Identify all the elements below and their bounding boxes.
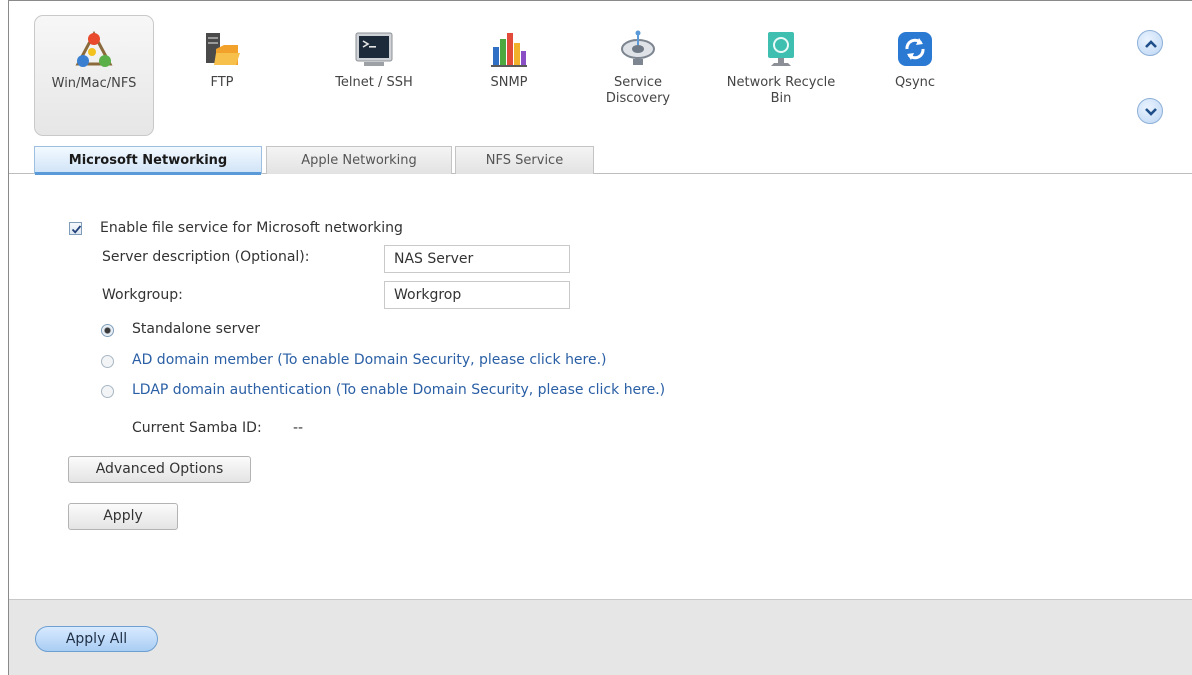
tab-microsoft-networking[interactable]: Microsoft Networking	[34, 146, 262, 175]
terminal-icon	[354, 29, 394, 69]
enable-service-checkbox[interactable]	[69, 222, 82, 235]
service-win-mac-nfs[interactable]: Win/Mac/NFS	[34, 15, 154, 136]
recycle-bin-icon	[761, 29, 801, 69]
service-label: Win/Mac/NFS	[51, 76, 137, 91]
service-label: Service Discovery	[605, 75, 671, 106]
ftp-folder-icon	[202, 29, 242, 69]
service-service-discovery[interactable]: Service Discovery	[578, 15, 698, 136]
apply-button[interactable]: Apply	[68, 503, 178, 530]
advanced-options-button[interactable]: Advanced Options	[68, 456, 251, 483]
service-label: Network Recycle Bin	[726, 75, 836, 106]
content-panel: Enable file service for Microsoft networ…	[9, 175, 1192, 599]
footer-bar: Apply All	[9, 599, 1192, 675]
radio-standalone-server[interactable]	[101, 324, 114, 337]
service-telnet-ssh[interactable]: Telnet / SSH	[314, 15, 434, 136]
bar-chart-icon	[489, 29, 529, 69]
workgroup-label: Workgroup:	[102, 287, 183, 303]
service-toolbar: Win/Mac/NFS FTP Telnet / SSH SNMP Servic…	[9, 1, 1192, 175]
radio-ad-domain-label[interactable]: AD domain member (To enable Domain Secur…	[132, 352, 607, 368]
sync-icon	[895, 29, 935, 69]
enable-service-label: Enable file service for Microsoft networ…	[100, 220, 403, 236]
samba-id-label: Current Samba ID:	[132, 420, 262, 436]
service-label: SNMP	[490, 75, 528, 90]
radio-ad-domain-member[interactable]	[101, 355, 114, 368]
radio-ldap-label[interactable]: LDAP domain authentication (To enable Do…	[132, 382, 665, 398]
service-ftp[interactable]: FTP	[162, 15, 282, 136]
service-label: FTP	[210, 75, 234, 90]
chevron-down-icon	[1145, 108, 1157, 116]
satellite-dish-icon	[618, 29, 658, 69]
service-label: Qsync	[894, 75, 936, 90]
radio-standalone-label: Standalone server	[132, 321, 261, 337]
checkmark-icon	[71, 225, 82, 234]
server-description-input[interactable]: NAS Server	[384, 245, 570, 273]
service-network-recycle-bin[interactable]: Network Recycle Bin	[721, 15, 841, 136]
service-label: Telnet / SSH	[335, 75, 413, 90]
tab-apple-networking[interactable]: Apple Networking	[266, 146, 452, 174]
window-frame: Win/Mac/NFS FTP Telnet / SSH SNMP Servic…	[8, 0, 1192, 675]
server-description-label: Server description (Optional):	[102, 249, 310, 265]
workgroup-input[interactable]: Workgrop	[384, 281, 570, 309]
service-snmp[interactable]: SNMP	[449, 15, 569, 136]
chevron-up-icon	[1145, 40, 1157, 48]
radio-ldap-authentication[interactable]	[101, 385, 114, 398]
scroll-up-button[interactable]	[1137, 30, 1163, 56]
tab-nfs-service[interactable]: NFS Service	[455, 146, 594, 174]
win-mac-nfs-icon	[74, 30, 114, 70]
service-qsync[interactable]: Qsync	[855, 15, 975, 136]
scroll-down-button[interactable]	[1137, 98, 1163, 124]
apply-all-button[interactable]: Apply All	[35, 626, 158, 652]
samba-id-value: --	[293, 420, 304, 436]
